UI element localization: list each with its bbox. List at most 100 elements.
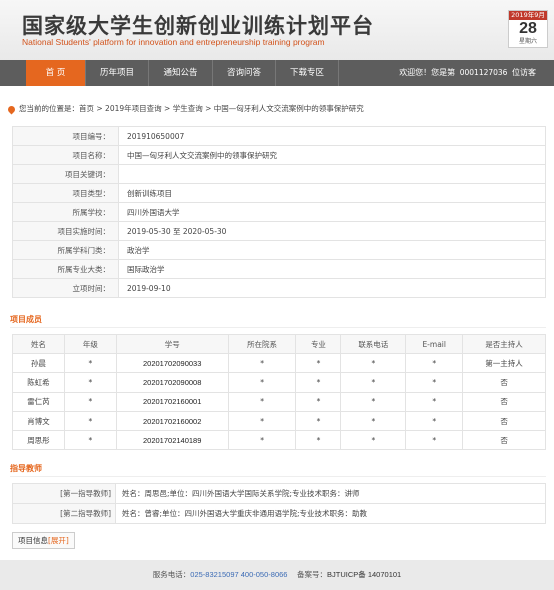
info-label: 项目实施时间： [12,221,119,241]
member-email: * [405,430,464,451]
info-label: 所属专业大类： [12,259,119,279]
info-value: 四川外国语大学 [118,202,546,222]
member-department: * [227,352,297,374]
member-email: * [405,410,464,432]
nav-downloads[interactable]: 下载专区 [276,60,339,86]
project-info-toggle-button[interactable]: 项目信息[展开] [12,532,75,549]
member-phone: * [340,430,407,451]
col-header-major: 专业 [295,334,342,354]
nav-qa[interactable]: 咨询问答 [213,60,276,86]
advisor-label: [第二指导教师] [12,503,116,524]
info-value: 政治学 [118,240,546,260]
members-table: 姓名 年级 学号 所在院系 专业 联系电话 E-mail 是否主持人 孙晨 * 20… [12,334,546,451]
breadcrumb-path[interactable]: 首页 > 2019年项目查询 > 学生查询 > 中国—匈牙利人文交流案例中的领事… [79,104,364,113]
member-email: * [405,391,464,412]
project-info-table: 项目编号： 201910650007 项目名称： 中国—匈牙利人文交流案例中的领事保… [12,126,546,298]
member-name: 孙晨 [12,352,65,374]
info-value: 2019-09-10 [118,278,546,298]
site-footer: 服务电话：025-83215097 400-050-8066 备案号：BJTUI… [0,560,554,590]
nav-past-projects[interactable]: 历年项目 [86,60,149,86]
location-pin-icon [6,104,17,114]
site-header: 国家级大学生创新创业训练计划平台 National Students' plat… [0,0,554,60]
member-name: 陈虹希 [12,372,65,393]
info-value: 201910650007 [118,126,546,146]
nav-home[interactable]: 首 页 [26,60,86,86]
breadcrumb-label: 您当前的位置是： [19,104,79,113]
advisor-label: [第一指导教师] [12,483,116,504]
member-grade: * [63,372,117,393]
member-phone: * [340,372,407,393]
table-row: 陈虹希 * 20201702090008 * * * * 否 [12,372,546,393]
member-name: 雷仁芮 [12,391,65,412]
table-row: 孙晨 * 20201702090033 * * * * 第一主持人 [12,352,546,374]
member-major: * [295,372,342,393]
info-label: 项目关键词： [12,164,119,184]
info-value: 中国—匈牙利人文交流案例中的领事保护研究 [118,145,546,165]
info-value: 创新训练项目 [118,183,546,203]
member-major: * [295,352,342,374]
members-header-row: 姓名 年级 学号 所在院系 专业 联系电话 E-mail 是否主持人 [12,334,546,354]
advisor-row: [第二指导教师] 姓名：曾睿;单位：四川外国语大学重庆非通用语学院;专业技术职务：… [12,503,546,524]
welcome-prefix: 欢迎您！您是第 [399,68,456,77]
visitor-counter: 欢迎您！您是第 0001127036 位访客 [399,60,536,86]
info-label: 所属学校： [12,202,119,222]
info-value: 2019-05-30 至 2020-05-30 [118,221,546,241]
member-student-id: 20201702140189 [115,430,229,451]
member-major: * [295,410,342,432]
footer-icp-label: 备案号： [297,570,327,579]
col-header-name: 姓名 [12,334,65,354]
main-nav: 首 页 历年项目 通知公告 咨询问答 下载专区 欢迎您！您是第 00011270… [0,60,554,86]
member-grade: * [63,352,117,374]
col-header-email: E-mail [405,334,464,354]
table-row: 周思彤 * 20201702140189 * * * * 否 [12,430,546,451]
member-department: * [227,372,297,393]
member-name: 肖博文 [12,410,65,432]
member-department: * [227,430,297,451]
calendar-day: 28 [519,20,537,37]
col-header-is-leader: 是否主持人 [462,334,546,354]
footer-icp[interactable]: BJTUICP备 14070101 [327,570,401,579]
info-row: 项目实施时间： 2019-05-30 至 2020-05-30 [12,221,546,241]
info-value: 国际政治学 [118,259,546,279]
info-value [118,164,546,184]
col-header-phone: 联系电话 [340,334,407,354]
calendar-month: 2019年9月 [509,11,547,20]
project-info-label: 项目信息 [18,536,48,545]
info-row: 立项时间： 2019-09-10 [12,278,546,298]
info-row: 所属专业大类： 国际政治学 [12,259,546,279]
col-header-department: 所在院系 [227,334,297,354]
member-student-id: 20201702090033 [115,352,229,374]
visitor-number: 0001127036 [459,68,508,77]
table-row: 肖博文 * 20201702160002 * * * * 否 [12,410,546,432]
info-label: 项目类型： [12,183,119,203]
footer-phone: 025-83215097 400-050-8066 [190,570,288,579]
nav-notices[interactable]: 通知公告 [149,60,213,86]
member-phone: * [340,352,407,374]
advisor-row: [第一指导教师] 姓名：周思邑;单位：四川外国语大学国际关系学院;专业技术职务：讲… [12,483,546,504]
table-row: 雷仁芮 * 20201702160001 * * * * 否 [12,391,546,412]
footer-phone-label: 服务电话： [152,570,191,579]
member-major: * [295,430,342,451]
member-major: * [295,391,342,412]
col-header-student-id: 学号 [115,334,229,354]
advisors-table: [第一指导教师] 姓名：周思邑;单位：四川外国语大学国际关系学院;专业技术职务：讲… [12,483,546,524]
member-grade: * [63,430,117,451]
member-department: * [227,391,297,412]
member-is-leader: 否 [462,410,546,432]
info-label: 所属学科门类： [12,240,119,260]
member-name: 周思彤 [12,430,65,451]
breadcrumb: 您当前的位置是：首页 > 2019年项目查询 > 学生查询 > 中国—匈牙利人文… [6,103,364,114]
member-student-id: 20201702090008 [115,372,229,393]
member-phone: * [340,410,407,432]
info-label: 项目名称： [12,145,119,165]
info-row: 所属学校： 四川外国语大学 [12,202,546,222]
expand-link[interactable]: [展开] [48,536,69,545]
member-email: * [405,352,464,374]
info-row: 项目编号： 201910650007 [12,126,546,146]
info-row: 项目类型： 创新训练项目 [12,183,546,203]
calendar-widget: 2019年9月 28 星期六 [508,10,548,48]
member-grade: * [63,391,117,412]
site-title-en: National Students' platform for innovati… [22,37,325,47]
member-is-leader: 否 [462,372,546,393]
member-grade: * [63,410,117,432]
